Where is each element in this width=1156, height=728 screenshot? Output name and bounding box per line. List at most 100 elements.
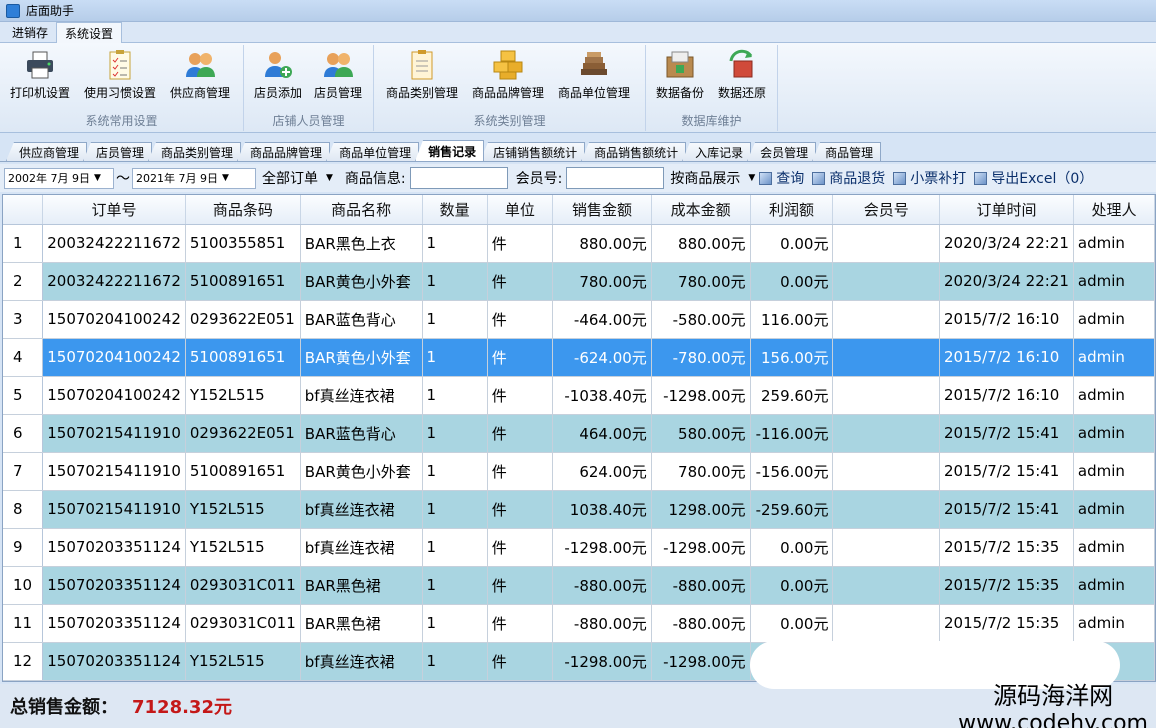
table-cell[interactable]: 5100355851: [185, 224, 301, 263]
member-input[interactable]: [566, 167, 665, 189]
display-mode-select[interactable]: 按商品展示 ▼: [670, 168, 755, 188]
row-number[interactable]: 1: [3, 224, 44, 263]
table-cell[interactable]: bf真丝连衣裙: [300, 490, 423, 529]
table-cell[interactable]: 2015/7/2 15:41: [939, 414, 1074, 453]
row-number[interactable]: 9: [3, 528, 44, 567]
table-cell[interactable]: 2015/7/2 15:35: [939, 566, 1074, 605]
table-cell[interactable]: 15070215411910: [42, 452, 186, 491]
supplier-management-button[interactable]: 供应商管理: [170, 49, 230, 101]
table-cell[interactable]: 件: [487, 452, 554, 491]
table-cell[interactable]: 780.00元: [651, 452, 751, 491]
table-cell[interactable]: 1: [422, 566, 488, 605]
table-cell[interactable]: -464.00元: [552, 300, 652, 339]
row-number[interactable]: 2: [3, 262, 44, 301]
table-cell[interactable]: 0.00元: [750, 224, 834, 263]
table-cell[interactable]: 0293031C011: [185, 604, 301, 643]
table-cell[interactable]: -880.00元: [552, 566, 652, 605]
table-cell[interactable]: BAR蓝色背心: [300, 414, 423, 453]
data-backup-button[interactable]: 数据备份: [656, 49, 704, 101]
table-cell[interactable]: Y152L515: [185, 490, 301, 529]
table-cell[interactable]: -1298.00元: [651, 528, 751, 567]
table-cell[interactable]: -156.00元: [750, 452, 834, 491]
row-number[interactable]: 4: [3, 338, 44, 377]
table-cell[interactable]: -1298.00元: [552, 528, 652, 567]
table-cell[interactable]: 0.00元: [750, 262, 834, 301]
table-cell[interactable]: -1298.00元: [552, 642, 652, 681]
table-cell[interactable]: 780.00元: [552, 262, 652, 301]
table-row[interactable]: 3 15070204100242 0293622E051 BAR蓝色背心 1 件 -464.…: [3, 300, 1155, 339]
table-cell[interactable]: -880.00元: [651, 566, 751, 605]
column-header[interactable]: 订单号: [42, 195, 186, 225]
table-cell[interactable]: 2015/7/2 15:35: [939, 528, 1074, 567]
table-cell[interactable]: BAR蓝色背心: [300, 300, 423, 339]
row-number[interactable]: 6: [3, 414, 44, 453]
table-cell[interactable]: [832, 490, 940, 529]
table-cell[interactable]: admin: [1073, 262, 1155, 301]
table-cell[interactable]: 5100891651: [185, 452, 301, 491]
table-cell[interactable]: 1: [422, 490, 488, 529]
table-cell[interactable]: BAR黄色小外套: [300, 338, 423, 377]
date-from-picker[interactable]: 2002年 7月 9日 ▼: [4, 167, 114, 189]
table-cell[interactable]: Y152L515: [185, 376, 301, 415]
table-cell[interactable]: 2015/7/2 15:35: [939, 604, 1074, 643]
unit-management-button[interactable]: 商品单位管理: [558, 49, 630, 101]
table-cell[interactable]: -880.00元: [651, 604, 751, 643]
goods-info-input[interactable]: [409, 167, 508, 189]
table-cell[interactable]: 624.00元: [552, 452, 652, 491]
table-cell[interactable]: [832, 338, 940, 377]
table-cell[interactable]: admin: [1073, 604, 1155, 643]
table-cell[interactable]: 1: [422, 604, 488, 643]
tab-goods-sales-stats[interactable]: 商品销售额统计: [581, 142, 687, 161]
table-row[interactable]: 6 15070215411910 0293622E051 BAR蓝色背心 1 件 464.0…: [3, 414, 1155, 453]
table-cell[interactable]: admin: [1073, 566, 1155, 605]
row-number[interactable]: 3: [3, 300, 44, 339]
table-cell[interactable]: 2020/3/24 22:21: [939, 262, 1074, 301]
tab-unit-management[interactable]: 商品单位管理: [326, 142, 420, 161]
table-cell[interactable]: 5100891651: [185, 338, 301, 377]
table-cell[interactable]: [832, 300, 940, 339]
usage-settings-button[interactable]: 使用习惯设置: [84, 49, 156, 101]
table-cell[interactable]: 件: [487, 224, 554, 263]
table-cell[interactable]: 2015/7/2 16:10: [939, 338, 1074, 377]
table-cell[interactable]: Y152L515: [185, 528, 301, 567]
table-cell[interactable]: -580.00元: [651, 300, 751, 339]
column-header[interactable]: 利润额: [750, 195, 834, 225]
table-cell[interactable]: 20032422211672: [42, 224, 186, 263]
table-cell[interactable]: 15070203351124: [42, 528, 186, 567]
table-cell[interactable]: -1038.40元: [552, 376, 652, 415]
table-cell[interactable]: 件: [487, 528, 554, 567]
table-cell[interactable]: 15070204100242: [42, 300, 186, 339]
column-header[interactable]: 销售金额: [552, 195, 652, 225]
row-number[interactable]: 5: [3, 376, 44, 415]
table-cell[interactable]: 464.00元: [552, 414, 652, 453]
date-to-picker[interactable]: 2021年 7月 9日 ▼: [132, 167, 256, 189]
table-cell[interactable]: 1: [422, 338, 488, 377]
column-header[interactable]: 商品条码: [185, 195, 301, 225]
menu-tab-system-settings[interactable]: 系统设置: [56, 22, 123, 43]
table-cell[interactable]: 0293622E051: [185, 300, 301, 339]
table-cell[interactable]: admin: [1073, 528, 1155, 567]
table-cell[interactable]: admin: [1073, 224, 1155, 263]
table-cell[interactable]: 5100891651: [185, 262, 301, 301]
tab-goods-management[interactable]: 商品管理: [812, 142, 882, 161]
table-row[interactable]: 9 15070203351124 Y152L515 bf真丝连衣裙 1 件 -1298.00…: [3, 528, 1155, 567]
table-cell[interactable]: -259.60元: [750, 490, 834, 529]
column-header[interactable]: 单位: [487, 195, 554, 225]
staff-management-button[interactable]: 店员管理: [314, 49, 362, 101]
table-row[interactable]: 4 15070204100242 5100891651 BAR黄色小外套 1 件 -624.…: [3, 338, 1155, 377]
table-cell[interactable]: admin: [1073, 338, 1155, 377]
table-cell[interactable]: 259.60元: [750, 376, 834, 415]
table-cell[interactable]: 880.00元: [651, 224, 751, 263]
table-cell[interactable]: 20032422211672: [42, 262, 186, 301]
tab-sales-records[interactable]: 销售记录: [415, 140, 485, 161]
table-cell[interactable]: 780.00元: [651, 262, 751, 301]
table-cell[interactable]: 1: [422, 528, 488, 567]
table-cell[interactable]: 件: [487, 300, 554, 339]
column-header[interactable]: 数量: [422, 195, 488, 225]
table-cell[interactable]: -624.00元: [552, 338, 652, 377]
row-number[interactable]: 12: [3, 642, 44, 681]
tab-category-management[interactable]: 商品类别管理: [148, 142, 242, 161]
table-cell[interactable]: BAR黑色裙: [300, 566, 423, 605]
tab-brand-management[interactable]: 商品品牌管理: [237, 142, 331, 161]
table-row[interactable]: 1 20032422211672 5100355851 BAR黑色上衣 1 件 880.00…: [3, 224, 1155, 263]
